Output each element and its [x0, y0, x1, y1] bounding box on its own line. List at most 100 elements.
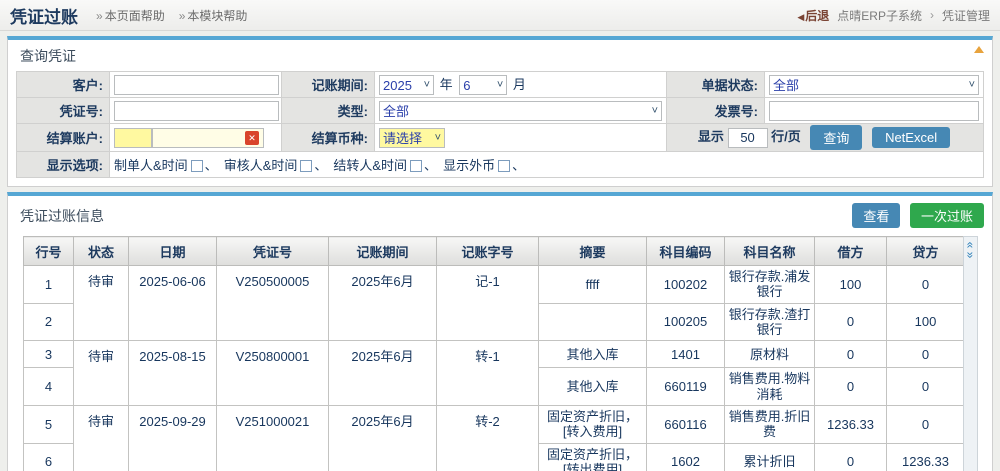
double-arrow-icon: »	[179, 9, 186, 23]
double-arrow-icon: »	[96, 9, 103, 23]
settle-currency-select[interactable]: 请选择˅	[379, 128, 445, 148]
netexcel-button[interactable]: NetExcel	[872, 127, 950, 148]
display-option: 审核人&时间、	[224, 158, 328, 173]
display-option-checkbox[interactable]	[191, 160, 203, 172]
settle-currency-value: 请选择	[383, 128, 422, 147]
query-button[interactable]: 查询	[810, 125, 862, 150]
cell-status: 待审	[74, 266, 129, 341]
settle-account-label: 结算账户:	[17, 124, 110, 152]
table-row: 3待审2025-08-15V2508000012025年6月转-1其他入库140…	[24, 341, 965, 368]
cell-date: 2025-08-15	[129, 341, 217, 406]
display-options: 制单人&时间、审核人&时间、结转人&时间、显示外币 、	[110, 152, 984, 178]
display-option-label: 审核人&时间	[224, 158, 298, 173]
cell-credit: 100	[887, 303, 965, 341]
page-help-link[interactable]: »本页面帮助	[96, 7, 165, 24]
cell-voucher[interactable]: V251000021	[217, 405, 329, 471]
page-title: 凭证过账	[10, 3, 78, 28]
period-label: 记账期间:	[282, 72, 375, 98]
period-year-select[interactable]: 2025˅	[379, 75, 434, 95]
voucher-no-label: 凭证号:	[17, 98, 110, 124]
back-icon: ◀	[797, 12, 804, 22]
posting-panel-header: 凭证过账信息 查看 一次过账	[8, 196, 992, 236]
cell-no: 3	[24, 341, 74, 368]
column-header-6: 记账字号	[437, 237, 539, 266]
cell-voucher[interactable]: V250800001	[217, 341, 329, 406]
scroll-down-icon[interactable]: »	[966, 249, 976, 262]
type-select[interactable]: 全部˅	[379, 101, 662, 121]
cell-name: 销售费用.折旧费	[725, 405, 815, 443]
query-panel: 查询凭证 客户: 记账期间: 2025˅ 年 6˅ 月 单据状态: 全部˅ 凭证…	[7, 36, 993, 187]
cell-credit: 1236.33	[887, 443, 965, 471]
column-header-3: 日期	[129, 237, 217, 266]
settle-account-code-input[interactable]	[114, 128, 152, 148]
display-option-checkbox[interactable]	[300, 160, 312, 172]
display-option: 结转人&时间、	[333, 158, 437, 173]
chevron-down-icon: ˅	[652, 105, 658, 117]
cell-no: 5	[24, 405, 74, 443]
display-option-label: 结转人&时间	[333, 158, 407, 173]
column-header-1: 行号	[24, 237, 74, 266]
cell-no: 4	[24, 368, 74, 406]
period-month-select[interactable]: 6˅	[459, 75, 507, 95]
query-form: 客户: 记账期间: 2025˅ 年 6˅ 月 单据状态: 全部˅ 凭证号: 类型…	[16, 71, 984, 178]
cell-name: 银行存款.浦发银行	[725, 266, 815, 304]
cell-summary	[539, 303, 647, 341]
voucher-no-input[interactable]	[114, 101, 279, 121]
breadcrumb-current[interactable]: 凭证管理	[942, 7, 990, 24]
cell-word: 转-1	[437, 341, 539, 406]
display-option-checkbox[interactable]	[498, 160, 510, 172]
breadcrumb-app[interactable]: 点晴ERP子系统	[837, 7, 922, 24]
view-button[interactable]: 查看	[852, 203, 900, 228]
breadcrumb-separator-icon: ›	[930, 8, 934, 22]
page-size-cell: 显示 行/页 查询 NetExcel	[667, 124, 984, 152]
module-help-label: 本模块帮助	[187, 9, 247, 23]
display-option: 制单人&时间、	[114, 158, 218, 173]
cell-period: 2025年6月	[329, 405, 437, 471]
display-option-label: 显示外币	[443, 158, 495, 173]
back-button[interactable]: ◀后退	[797, 7, 829, 24]
cell-name: 原材料	[725, 341, 815, 368]
display-option: 显示外币 、	[443, 158, 525, 173]
cell-no: 1	[24, 266, 74, 304]
cell-credit: 0	[887, 266, 965, 304]
collapse-panel-icon[interactable]	[974, 46, 984, 53]
query-panel-title: 查询凭证	[8, 40, 992, 71]
rows-per-page-input[interactable]	[728, 128, 768, 148]
cell-credit: 0	[887, 405, 965, 443]
option-separator: 、	[512, 158, 525, 173]
year-suffix-label: 年	[440, 77, 453, 92]
column-header-9: 科目名称	[725, 237, 815, 266]
cell-voucher[interactable]: V250500005	[217, 266, 329, 341]
doc-status-label: 单据状态:	[667, 72, 765, 98]
column-header-4: 凭证号	[217, 237, 329, 266]
cell-date: 2025-06-06	[129, 266, 217, 341]
cell-code: 1401	[647, 341, 725, 368]
cell-debit: 0	[815, 368, 887, 406]
cell-period: 2025年6月	[329, 266, 437, 341]
doc-status-select[interactable]: 全部˅	[769, 75, 979, 95]
customer-label: 客户:	[17, 72, 110, 98]
cell-word: 记-1	[437, 266, 539, 341]
cell-debit: 0	[815, 341, 887, 368]
module-help-link[interactable]: »本模块帮助	[179, 7, 248, 24]
column-header-8: 科目编码	[647, 237, 725, 266]
cell-debit: 0	[815, 303, 887, 341]
display-option-checkbox[interactable]	[410, 160, 422, 172]
clear-account-icon[interactable]: ✕	[245, 131, 259, 145]
post-button[interactable]: 一次过账	[910, 203, 984, 228]
rows-suffix-label: 行/页	[771, 129, 801, 144]
cell-debit: 0	[815, 443, 887, 471]
cell-code: 660119	[647, 368, 725, 406]
cell-code: 1602	[647, 443, 725, 471]
cell-date: 2025-09-29	[129, 405, 217, 471]
customer-input[interactable]	[114, 75, 279, 95]
cell-summary: 固定资产折旧，[转入费用]	[539, 405, 647, 443]
column-header-7: 摘要	[539, 237, 647, 266]
posting-table-wrap: 行号状态日期凭证号记账期间记账字号摘要科目编码科目名称借方贷方 1待审2025-…	[23, 236, 978, 471]
chevron-down-icon: ˅	[424, 79, 430, 91]
settle-currency-label: 结算币种:	[282, 124, 375, 152]
table-scrollbar[interactable]: « »	[963, 236, 978, 471]
type-label: 类型:	[282, 98, 375, 124]
invoice-no-input[interactable]	[769, 101, 979, 121]
column-header-2: 状态	[74, 237, 129, 266]
